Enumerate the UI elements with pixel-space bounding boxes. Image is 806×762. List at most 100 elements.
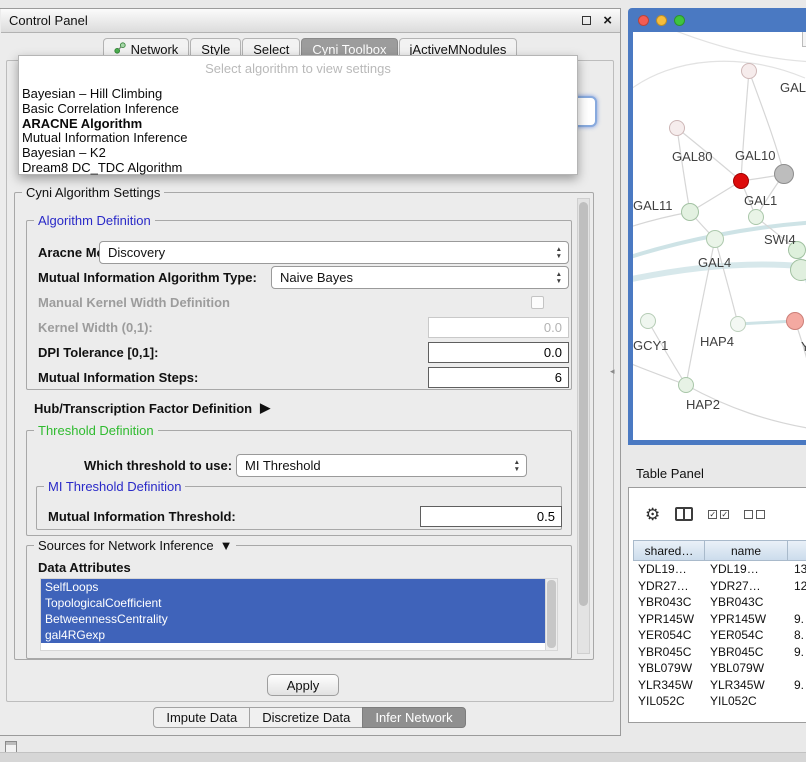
network-node[interactable] xyxy=(733,173,749,189)
manual-kernel-label: Manual Kernel Width Definition xyxy=(38,295,230,310)
settings-scrollbar[interactable] xyxy=(577,198,590,654)
apply-button[interactable]: Apply xyxy=(267,674,339,696)
table-cell: YER054C xyxy=(634,627,706,644)
table-cell: 8. xyxy=(790,627,806,644)
mi-type-combobox[interactable]: Naive Bayes ▲ ▼ xyxy=(271,266,569,289)
network-view-window: GALGAL80GAL10GAL11GAL1SWI4GAL4GCY1HAP4HA… xyxy=(628,8,806,445)
network-node[interactable] xyxy=(741,63,757,79)
select-columns-icon[interactable]: ✓ ✓ xyxy=(708,510,729,519)
table-row[interactable]: YIL052CYIL052C xyxy=(634,693,806,710)
network-node[interactable] xyxy=(706,230,724,248)
table-cell: YBL079W xyxy=(706,660,790,677)
scrollbar-thumb[interactable] xyxy=(579,202,588,606)
algorithm-option[interactable]: Basic Correlation Inference xyxy=(19,102,577,117)
network-node[interactable] xyxy=(748,209,764,225)
network-canvas[interactable]: GALGAL80GAL10GAL11GAL1SWI4GAL4GCY1HAP4HA… xyxy=(633,32,806,440)
table-cell: YBR045C xyxy=(634,644,706,661)
table-cell: 9. xyxy=(790,644,806,661)
minimize-window-icon[interactable] xyxy=(656,15,667,26)
column-layout-icon[interactable] xyxy=(675,507,693,521)
down-arrow-icon: ▼ xyxy=(556,278,562,285)
table-row[interactable]: YDR27…YDR27…12 xyxy=(634,578,806,595)
network-node[interactable] xyxy=(669,120,685,136)
control-panel-title: Control Panel xyxy=(9,13,88,28)
aracne-mode-value: Discovery xyxy=(108,245,165,260)
canvas-scrollbar-corner[interactable] xyxy=(802,32,806,47)
attribute-item[interactable]: BetweennessCentrality xyxy=(41,611,546,627)
node-label: GAL1 xyxy=(744,193,777,208)
close-window-icon[interactable] xyxy=(638,15,649,26)
zoom-window-icon[interactable] xyxy=(674,15,685,26)
down-arrow-icon: ▼ xyxy=(556,253,562,260)
algorithm-option[interactable]: ARACNE Algorithm xyxy=(19,117,577,132)
bottom-tab-infer-network[interactable]: Infer Network xyxy=(362,707,465,728)
column-header[interactable]: shared… xyxy=(633,540,705,561)
table-row[interactable]: YBL079WYBL079W xyxy=(634,660,806,677)
panel-resize-handle-icon[interactable]: ◂ xyxy=(610,366,615,377)
node-label: GAL11 xyxy=(633,198,673,213)
aracne-mode-combobox[interactable]: Discovery ▲ ▼ xyxy=(99,241,569,264)
combo-arrows-icon: ▲ ▼ xyxy=(556,271,562,285)
table-cell: YBL079W xyxy=(634,660,706,677)
node-label: SWI4 xyxy=(764,232,796,247)
table-cell: YDL19… xyxy=(634,561,706,578)
table-row[interactable]: YBR043CYBR043C xyxy=(634,594,806,611)
dpi-tolerance-field[interactable] xyxy=(428,342,569,363)
gear-icon[interactable]: ⚙ xyxy=(645,506,660,523)
algorithm-option[interactable]: Bayesian – K2 xyxy=(19,146,577,161)
algorithm-option[interactable]: Bayesian – Hill Climbing xyxy=(19,87,577,102)
algorithm-dropdown-popup: Select algorithm to view settings Bayesi… xyxy=(18,55,578,175)
network-node[interactable] xyxy=(730,316,746,332)
network-node[interactable] xyxy=(678,377,694,393)
column-header[interactable] xyxy=(787,540,806,561)
node-label: Y xyxy=(801,339,806,354)
node-label: GAL10 xyxy=(735,148,775,163)
float-window-icon[interactable] xyxy=(582,16,591,25)
data-attributes-label: Data Attributes xyxy=(38,560,131,575)
table-row[interactable]: YLR345WYLR345W9. xyxy=(634,677,806,694)
table-cell: YER054C xyxy=(706,627,790,644)
table-header-row: shared…name xyxy=(634,540,806,561)
combo-arrows-icon: ▲ ▼ xyxy=(556,246,562,260)
attribute-item[interactable]: TopologicalCoefficient xyxy=(41,595,546,611)
node-table: shared…name YDL19…YDL19…13YDR27…YDR27…12… xyxy=(634,540,806,710)
which-threshold-combobox[interactable]: MI Threshold ▲ ▼ xyxy=(236,454,527,477)
which-threshold-value: MI Threshold xyxy=(245,458,321,473)
attribute-list-scrollbar[interactable] xyxy=(545,579,557,650)
table-row[interactable]: YBR045CYBR045C9. xyxy=(634,644,806,661)
mi-threshold-field[interactable] xyxy=(420,506,562,527)
algorithm-option[interactable]: Mutual Information Inference xyxy=(19,131,577,146)
table-cell: 9. xyxy=(790,677,806,694)
sources-title[interactable]: Sources for Network Inference ▼ xyxy=(34,538,236,553)
mi-steps-field[interactable] xyxy=(428,367,569,388)
network-node[interactable] xyxy=(786,312,804,330)
table-cell: YIL052C xyxy=(706,693,790,710)
control-panel-bottom-tabs: Impute DataDiscretize DataInfer Network xyxy=(0,707,620,728)
network-node[interactable] xyxy=(774,164,794,184)
table-panel-window: ⚙ ✓ ✓ shared…name YDL19…YDL19…13YDR27…YD… xyxy=(628,487,806,723)
hub-definition-toggle[interactable]: Hub/Transcription Factor Definition ▶ xyxy=(34,400,270,416)
sources-title-text: Sources for Network Inference xyxy=(38,538,214,553)
bottom-tab-impute-data[interactable]: Impute Data xyxy=(153,707,250,728)
network-node[interactable] xyxy=(681,203,699,221)
node-label: GAL xyxy=(780,80,806,95)
algorithm-option[interactable]: Dream8 DC_TDC Algorithm xyxy=(19,161,577,176)
bottom-tab-discretize-data[interactable]: Discretize Data xyxy=(249,707,363,728)
manual-kernel-checkbox[interactable] xyxy=(531,296,544,309)
table-cell: YBR043C xyxy=(634,594,706,611)
attribute-item[interactable]: gal4RGexp xyxy=(41,627,546,643)
attribute-item[interactable]: SelfLoops xyxy=(41,579,546,595)
network-node[interactable] xyxy=(640,313,656,329)
node-label: HAP4 xyxy=(700,334,734,349)
column-header[interactable]: name xyxy=(704,540,788,561)
node-label: GCY1 xyxy=(633,338,668,353)
table-row[interactable]: YPR145WYPR145W9. xyxy=(634,611,806,628)
kernel-width-field[interactable] xyxy=(428,317,569,338)
table-row[interactable]: YDL19…YDL19…13 xyxy=(634,561,806,578)
unselect-columns-icon[interactable] xyxy=(744,510,765,519)
table-cell: YPR145W xyxy=(706,611,790,628)
attribute-list: SelfLoopsTopologicalCoefficientBetweenne… xyxy=(40,578,558,651)
network-node[interactable] xyxy=(790,259,806,281)
table-row[interactable]: YER054CYER054C8. xyxy=(634,627,806,644)
close-icon[interactable]: × xyxy=(603,13,612,28)
